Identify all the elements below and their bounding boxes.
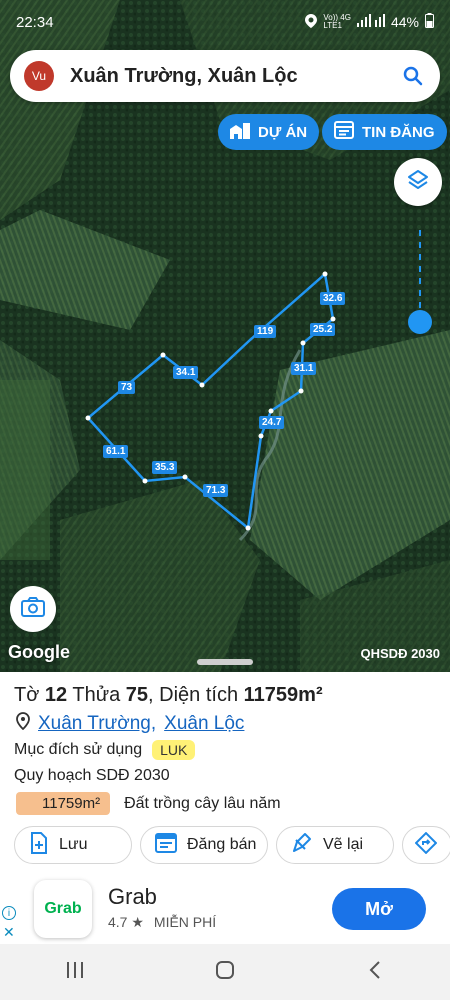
ad-price: MIỄN PHÍ <box>153 914 217 930</box>
directions-button[interactable] <box>402 826 450 864</box>
ad-info-icon[interactable]: i <box>2 906 16 920</box>
purpose-row: Mục đích sử dụng LUK <box>14 740 196 760</box>
back-button[interactable] <box>345 952 405 992</box>
status-time: 22:34 <box>16 13 54 31</box>
address: Xuân Trường, Xuân Lộc <box>16 712 244 736</box>
segment-length-label: 119 <box>254 325 277 338</box>
opacity-slider-knob[interactable] <box>408 310 432 334</box>
du-an-label: DỰ ÁN <box>258 123 308 141</box>
recent-apps-button[interactable] <box>45 952 105 992</box>
sell-label: Đăng bán <box>187 836 257 853</box>
satellite-map[interactable]: 32.6 25.2 31.1 24.7 119 34.1 73 61.1 35.3 71.3 22… <box>0 0 450 672</box>
segment-length-label: 35.3 <box>152 461 178 474</box>
search-bar[interactable]: Vu Xuân Trường, Xuân Lộc <box>10 50 440 102</box>
segment-length-label: 71.3 <box>203 484 229 497</box>
location-pin-icon <box>16 712 30 736</box>
segment-length-label: 73 <box>118 381 136 394</box>
planning-area-badge: 11759m² <box>16 792 111 815</box>
planning-label: Quy hoạch SDĐ 2030 <box>14 767 170 784</box>
area-value: 11759m² <box>243 684 323 706</box>
directions-icon <box>414 831 438 859</box>
system-nav-bar <box>0 944 450 1000</box>
ward-link[interactable]: Xuân Trường <box>38 713 151 735</box>
ad-banner[interactable]: i ✕ Grab Grab 4.7 ★ MIỄN PHÍ Mở <box>0 876 450 944</box>
overlay-layer-label: QHSDĐ 2030 <box>360 646 440 661</box>
segment-length-label: 34.1 <box>173 366 199 379</box>
ad-meta: 4.7 ★ MIỄN PHÍ <box>108 914 216 931</box>
home-button[interactable] <box>195 952 255 992</box>
ad-open-button[interactable]: Mở <box>332 888 426 930</box>
listing-icon <box>334 121 354 143</box>
avatar[interactable]: Vu <box>24 61 54 91</box>
segment-length-label: 24.7 <box>259 416 285 429</box>
planning-land-type: Đất trồng cây lâu năm <box>124 794 281 812</box>
search-input[interactable]: Xuân Trường, Xuân Lộc <box>70 65 400 88</box>
grab-logo: Grab <box>34 880 92 938</box>
save-label: Lưu <box>59 836 88 853</box>
camera-button[interactable] <box>10 586 56 632</box>
segment-length-label: 31.1 <box>291 362 317 375</box>
segment-length-label: 32.6 <box>320 292 346 305</box>
redraw-label: Vẽ lại <box>323 836 364 853</box>
status-bar: 22:34 Vo)) 4G LTE1 44% <box>0 0 450 44</box>
redraw-icon <box>291 832 313 859</box>
ad-app-name: Grab <box>108 884 157 909</box>
layers-icon <box>406 168 430 197</box>
buildings-icon <box>230 121 250 143</box>
segment-length-label: 61.1 <box>103 445 129 458</box>
location-icon <box>305 13 318 31</box>
listing-icon <box>155 832 177 858</box>
to-number: 12 <box>44 684 68 706</box>
ad-rating: 4.7 ★ <box>108 914 144 930</box>
opacity-slider-track[interactable] <box>419 230 421 310</box>
add-document-icon <box>29 831 49 859</box>
google-logo: Google <box>8 642 70 662</box>
district-link[interactable]: Xuân Lộc <box>164 713 244 735</box>
ad-close-icon[interactable]: ✕ <box>3 924 15 941</box>
action-buttons: Lưu Đăng bán Vẽ lại <box>14 826 450 864</box>
network-carrier: LTE1 <box>323 21 342 30</box>
signal-icon <box>356 14 385 30</box>
redraw-button[interactable]: Vẽ lại <box>276 826 394 864</box>
layers-button[interactable] <box>394 158 442 206</box>
purpose-code-badge: LUK <box>152 740 196 760</box>
land-type-row: 11759m² Đất trồng cây lâu năm <box>16 792 281 815</box>
tin-dang-label: TIN ĐĂNG <box>362 123 435 141</box>
du-an-button[interactable]: DỰ ÁN <box>218 114 320 150</box>
segment-length-label: 25.2 <box>310 323 336 336</box>
battery-level: 44% <box>390 14 419 30</box>
home-icon <box>215 960 235 985</box>
recent-apps-icon <box>65 961 85 984</box>
camera-icon <box>20 595 46 624</box>
battery-icon <box>425 13 434 31</box>
back-icon <box>368 960 382 985</box>
search-icon[interactable] <box>400 63 426 89</box>
thua-number: 75 <box>125 684 149 706</box>
parcel-title: Tờ 12 Thửa 75, Diện tích 11759m² <box>14 684 323 706</box>
save-button[interactable]: Lưu <box>14 826 132 864</box>
sell-button[interactable]: Đăng bán <box>140 826 268 864</box>
sheet-handle[interactable] <box>197 659 253 665</box>
tin-dang-button[interactable]: TIN ĐĂNG <box>322 114 447 150</box>
purpose-label: Mục đích sử dụng <box>14 741 143 758</box>
